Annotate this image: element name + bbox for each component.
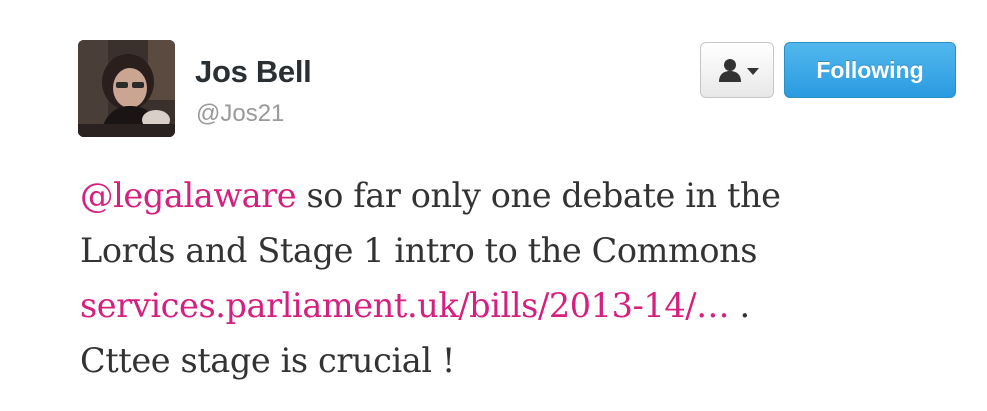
tweet-line-1: @legalaware so far only one debate in th… [80, 168, 960, 223]
tweet-text-segment: . [729, 286, 750, 325]
tweet-header: Jos Bell @Jos21 Following [78, 38, 958, 138]
user-actions-dropdown-button[interactable] [700, 42, 774, 98]
user-username[interactable]: @Jos21 [196, 100, 284, 128]
avatar[interactable] [78, 40, 175, 137]
tweet-line-2: Lords and Stage 1 intro to the Commons [80, 231, 758, 270]
mention-link[interactable]: @legalaware [80, 176, 297, 215]
person-icon [719, 59, 741, 82]
following-button[interactable]: Following [784, 42, 956, 98]
tweet-line-4: Cttee stage is crucial ! [80, 341, 455, 380]
caret-down-icon [747, 68, 759, 75]
user-fullname[interactable]: Jos Bell [195, 54, 312, 90]
tweet-text-segment: so far only one debate in the [296, 176, 781, 215]
url-link[interactable]: services.parliament.uk/bills/2013-14/… [80, 286, 730, 325]
tweet-line-3: services.parliament.uk/bills/2013-14/… . [80, 278, 960, 333]
avatar-photo [78, 40, 175, 137]
tweet-text: @legalaware so far only one debate in th… [80, 168, 960, 388]
